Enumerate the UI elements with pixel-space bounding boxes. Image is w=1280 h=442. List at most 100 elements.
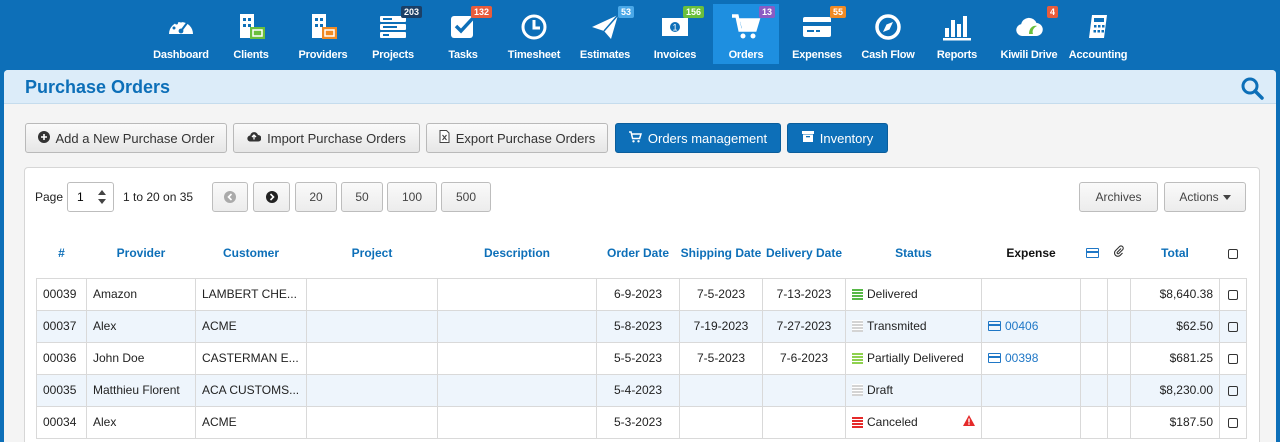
add-purchase-order-button[interactable]: Add a New Purchase Order	[25, 123, 227, 153]
col-description[interactable]: Description	[438, 230, 597, 278]
col-total[interactable]: Total	[1131, 230, 1220, 278]
plus-circle-icon	[37, 130, 50, 146]
nav-invoices[interactable]: 1 156 Invoices	[649, 4, 704, 64]
add-purchase-order-label: Add a New Purchase Order	[55, 130, 215, 146]
row-checkbox[interactable]	[1228, 321, 1238, 332]
nav-accounting[interactable]: Accounting	[1066, 4, 1130, 64]
estimates-icon: 53	[588, 6, 634, 44]
orders-icon: 13	[729, 6, 775, 44]
nav-badge: 13	[758, 6, 775, 18]
status-indicator-icon	[852, 320, 863, 332]
table-row[interactable]: 00034 Alex ACME 5-3-2023 Canceled $187.50	[36, 405, 1247, 439]
svg-text:1: 1	[672, 23, 677, 33]
cell-status: Draft	[845, 373, 982, 407]
cloud-icon: 4	[1012, 6, 1058, 44]
main-panel: Purchase Orders Add a New Purchase Order…	[4, 70, 1276, 442]
cell-select	[1219, 405, 1247, 439]
page-size-20-button[interactable]: 20	[295, 182, 337, 212]
nav-badge: 156	[682, 6, 704, 18]
actions-dropdown[interactable]: Actions	[1164, 182, 1246, 212]
page-label: Page	[35, 190, 64, 204]
archives-button[interactable]: Archives	[1079, 182, 1158, 212]
table-row[interactable]: 00036 John Doe CASTERMAN E... 5-5-2023 7-5-2…	[36, 341, 1247, 375]
nav-tasks[interactable]: 132 Tasks	[440, 4, 492, 64]
cell-payment	[1080, 309, 1108, 343]
row-checkbox[interactable]	[1228, 289, 1238, 300]
cell-delivery-date	[762, 373, 846, 407]
nav-timesheet[interactable]: Timesheet	[503, 4, 565, 64]
cell-shipping-date	[679, 405, 763, 439]
status-text: Draft	[867, 383, 894, 397]
col-customer[interactable]: Customer	[196, 230, 307, 278]
table-row[interactable]: 00035 Matthieu Florent ACA CUSTOMS... 5-4-2…	[36, 373, 1247, 407]
nav-reports[interactable]: Reports	[931, 4, 983, 64]
cell-provider: John Doe	[86, 341, 196, 375]
inventory-button[interactable]: Inventory	[787, 123, 888, 153]
spinner-arrows-icon[interactable]	[97, 189, 107, 205]
select-all-checkbox[interactable]	[1228, 249, 1238, 260]
cell-attachment	[1107, 341, 1131, 375]
cell-order-number: 00037	[36, 309, 87, 343]
nav-expenses[interactable]: 55 Expenses	[783, 4, 851, 64]
cell-project	[306, 341, 438, 375]
nav-badge: 55	[829, 6, 846, 18]
export-purchase-orders-button[interactable]: Export Purchase Orders	[426, 123, 608, 153]
nav-label: Dashboard	[153, 49, 209, 61]
nav-label: Reports	[936, 49, 978, 61]
nav-dashboard[interactable]: Dashboard	[149, 4, 213, 64]
page-size-50-button[interactable]: 50	[341, 182, 383, 212]
nav-label: Invoices	[653, 49, 697, 61]
nav-projects[interactable]: 203 Projects	[365, 4, 422, 64]
table-row[interactable]: 00039 Amazon LAMBERT CHE... 6-9-2023 7-5-202…	[36, 277, 1247, 311]
cell-customer: LAMBERT CHE...	[195, 277, 307, 311]
cell-select	[1219, 277, 1247, 311]
search-icon[interactable]	[1240, 76, 1264, 100]
expense-link[interactable]: 00406	[1005, 319, 1038, 333]
cell-provider: Amazon	[86, 277, 196, 311]
next-page-button[interactable]	[253, 182, 290, 212]
nav-orders[interactable]: 13 Orders	[713, 4, 779, 64]
top-navigation: Dashboard Clients Providers 203 Projects 132 T…	[0, 0, 1280, 68]
excel-file-icon	[439, 130, 450, 146]
col-order-date[interactable]: Order Date	[597, 230, 680, 278]
row-checkbox[interactable]	[1228, 417, 1238, 428]
row-checkbox[interactable]	[1228, 385, 1238, 396]
page-size-500-button[interactable]: 500	[441, 182, 491, 212]
col-project[interactable]: Project	[307, 230, 438, 278]
col-number[interactable]: #	[37, 230, 87, 278]
page-size-100-button[interactable]: 100	[387, 182, 437, 212]
orders-management-button[interactable]: Orders management	[615, 123, 781, 153]
nav-label: Expenses	[792, 49, 842, 61]
col-provider[interactable]: Provider	[87, 230, 196, 278]
col-delivery-date[interactable]: Delivery Date	[763, 230, 846, 278]
nav-cashflow[interactable]: Cash Flow	[856, 4, 920, 64]
row-checkbox[interactable]	[1228, 353, 1238, 364]
table-header-row: # Provider Customer Project Description …	[37, 230, 1247, 278]
cell-total: $8,640.38	[1130, 277, 1220, 311]
nav-clients[interactable]: Clients	[224, 4, 278, 64]
expense-link[interactable]: 00398	[1005, 351, 1038, 365]
table-row[interactable]: 00037 Alex ACME 5-8-2023 7-19-2023 7-27-2023 T…	[36, 309, 1247, 343]
cell-status: Partially Delivered	[845, 341, 982, 375]
import-purchase-orders-button[interactable]: Import Purchase Orders	[233, 123, 420, 153]
cell-select	[1219, 309, 1247, 343]
nav-providers[interactable]: Providers	[296, 4, 350, 64]
col-status[interactable]: Status	[846, 230, 982, 278]
warning-icon	[963, 415, 975, 429]
timesheet-icon	[517, 10, 551, 44]
col-select-all	[1220, 230, 1247, 278]
cell-order-number: 00039	[36, 277, 87, 311]
actions-label: Actions	[1179, 190, 1219, 204]
previous-page-button[interactable]	[212, 182, 248, 212]
cell-expense[interactable]: 00398	[981, 341, 1081, 375]
nav-kiwili-drive[interactable]: 4 Kiwili Drive	[996, 4, 1062, 64]
cell-shipping-date: 7-19-2023	[679, 309, 763, 343]
col-shipping-date[interactable]: Shipping Date	[680, 230, 763, 278]
cell-status: Transmited	[845, 309, 982, 343]
archive-box-icon	[801, 131, 814, 145]
cell-total: $62.50	[1130, 309, 1220, 343]
cell-expense[interactable]: 00406	[981, 309, 1081, 343]
col-expense: Expense	[1006, 246, 1056, 261]
nav-estimates[interactable]: 53 Estimates	[578, 4, 634, 64]
page-number-input[interactable]: 1	[67, 182, 114, 212]
